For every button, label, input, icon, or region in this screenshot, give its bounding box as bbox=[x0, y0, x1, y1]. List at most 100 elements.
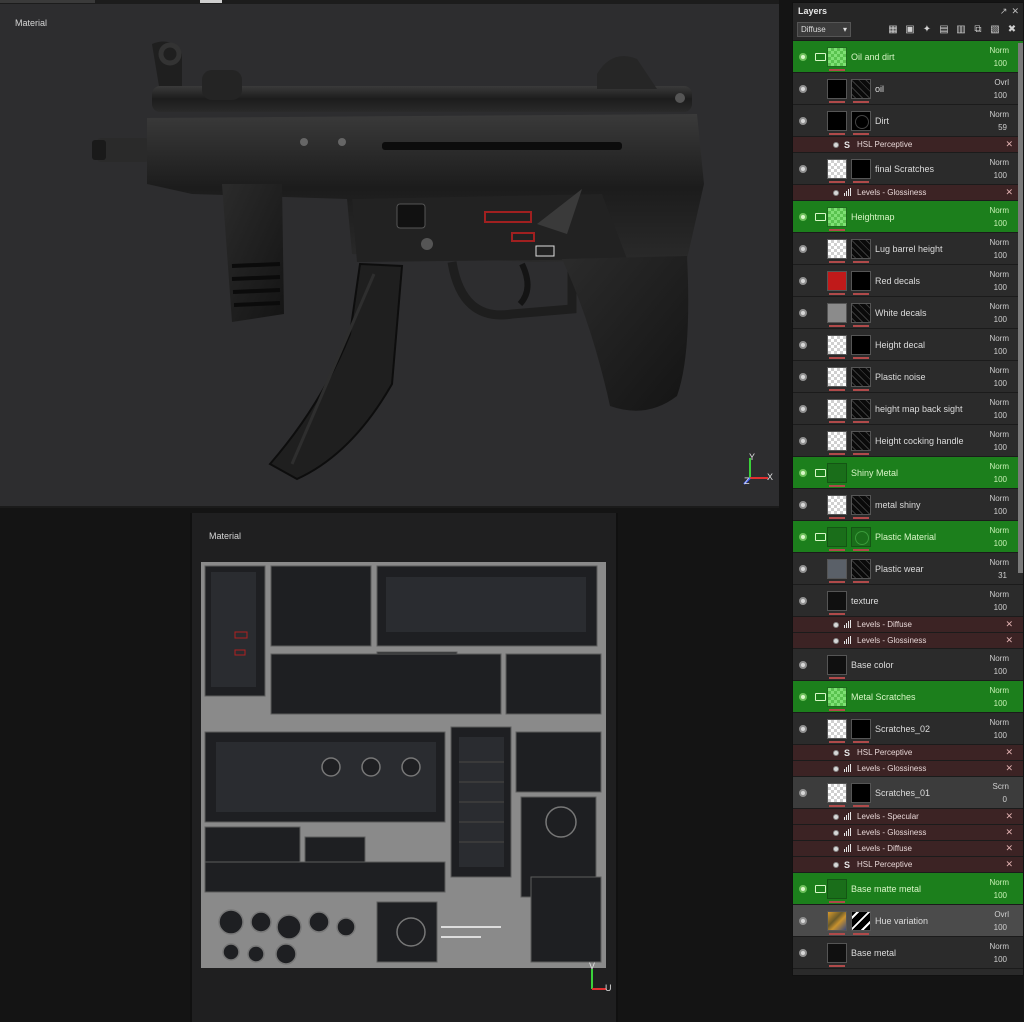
visibility-eye-icon[interactable] bbox=[799, 340, 807, 349]
opacity-value[interactable]: 100 bbox=[994, 379, 1007, 388]
folder-icon[interactable] bbox=[815, 468, 826, 477]
layer-folder-row[interactable]: Base matte metal Norm 100 bbox=[793, 873, 1023, 905]
layer-thumbnail[interactable] bbox=[827, 878, 847, 903]
layer-thumbnail[interactable] bbox=[827, 494, 847, 519]
folder-icon[interactable] bbox=[815, 212, 826, 221]
mask-thumbnail[interactable] bbox=[851, 366, 871, 391]
viewport-3d[interactable]: Material Y X Z bbox=[0, 0, 779, 508]
layer-name[interactable]: Red decals bbox=[875, 276, 920, 286]
opacity-value[interactable]: 100 bbox=[994, 603, 1007, 612]
layer-name[interactable]: White decals bbox=[875, 308, 927, 318]
mask-thumbnail[interactable] bbox=[851, 494, 871, 519]
mask-thumbnail[interactable] bbox=[851, 78, 871, 103]
visibility-eye-icon[interactable] bbox=[799, 532, 807, 541]
layer-row[interactable]: height map back sight Norm 100 bbox=[793, 393, 1023, 425]
layer-row[interactable]: Base color Norm 100 bbox=[793, 649, 1023, 681]
layer-name[interactable]: Dirt bbox=[875, 116, 889, 126]
layer-row[interactable]: Red decals Norm 100 bbox=[793, 265, 1023, 297]
layer-thumbnail[interactable] bbox=[827, 654, 847, 679]
mask-thumbnail[interactable] bbox=[851, 398, 871, 423]
layer-row[interactable]: Scratches_01 Scrn 0 bbox=[793, 777, 1023, 809]
opacity-value[interactable]: 100 bbox=[994, 219, 1007, 228]
layer-thumbnail[interactable] bbox=[827, 206, 847, 231]
layer-name[interactable]: Base color bbox=[851, 660, 894, 670]
blend-mode[interactable]: Norm bbox=[989, 206, 1009, 215]
blend-mode[interactable]: Norm bbox=[989, 590, 1009, 599]
visibility-eye-icon[interactable] bbox=[799, 308, 807, 317]
layer-name[interactable]: texture bbox=[851, 596, 879, 606]
folder-icon[interactable] bbox=[815, 692, 826, 701]
blend-mode[interactable]: Norm bbox=[989, 494, 1009, 503]
layer-thumbnail[interactable] bbox=[827, 526, 847, 551]
blend-mode[interactable]: Ovrl bbox=[994, 78, 1009, 87]
add-layer-icon[interactable]: ▦ bbox=[886, 23, 900, 37]
blend-mode[interactable]: Norm bbox=[989, 158, 1009, 167]
visibility-eye-icon[interactable] bbox=[799, 116, 807, 125]
layer-row[interactable]: final Scratches Norm 100 bbox=[793, 153, 1023, 185]
effect-row[interactable]: S HSL Perceptive ✕ bbox=[793, 857, 1023, 873]
layer-thumbnail[interactable] bbox=[827, 910, 847, 935]
visibility-eye-icon[interactable] bbox=[833, 749, 839, 756]
mask-thumbnail[interactable] bbox=[851, 526, 871, 551]
opacity-value[interactable]: 100 bbox=[994, 251, 1007, 260]
layer-row[interactable]: Scratches_02 Norm 100 bbox=[793, 713, 1023, 745]
layer-thumbnail[interactable] bbox=[827, 334, 847, 359]
layer-row[interactable]: Base metal Norm 100 bbox=[793, 937, 1023, 969]
blend-mode[interactable]: Norm bbox=[989, 686, 1009, 695]
layer-name[interactable]: Base matte metal bbox=[851, 884, 921, 894]
layer-name[interactable]: Plastic Material bbox=[875, 532, 936, 542]
effect-row[interactable]: Levels - Diffuse ✕ bbox=[793, 841, 1023, 857]
layer-name[interactable]: Shiny Metal bbox=[851, 468, 898, 478]
blend-mode[interactable]: Norm bbox=[989, 654, 1009, 663]
viewport-uv[interactable]: Material V U bbox=[190, 513, 618, 1022]
blend-mode[interactable]: Norm bbox=[989, 718, 1009, 727]
layer-name[interactable]: height map back sight bbox=[875, 404, 963, 414]
layer-thumbnail[interactable] bbox=[827, 110, 847, 135]
layer-folder-row[interactable]: Shiny Metal Norm 100 bbox=[793, 457, 1023, 489]
opacity-value[interactable]: 100 bbox=[994, 891, 1007, 900]
visibility-eye-icon[interactable] bbox=[799, 84, 807, 93]
layer-name[interactable]: Oil and dirt bbox=[851, 52, 895, 62]
add-folder-icon[interactable]: ▥ bbox=[954, 23, 968, 37]
mask-thumbnail[interactable] bbox=[851, 158, 871, 183]
layer-thumbnail[interactable] bbox=[827, 398, 847, 423]
layer-thumbnail[interactable] bbox=[827, 430, 847, 455]
viewport-tab[interactable] bbox=[0, 0, 95, 3]
layer-name[interactable]: Scratches_02 bbox=[875, 724, 930, 734]
layer-thumbnail[interactable] bbox=[827, 558, 847, 583]
visibility-eye-icon[interactable] bbox=[799, 404, 807, 413]
visibility-eye-icon[interactable] bbox=[799, 212, 807, 221]
mask-thumbnail[interactable] bbox=[851, 430, 871, 455]
layer-folder-row[interactable]: Plastic Material Norm 100 bbox=[793, 521, 1023, 553]
mask-thumbnail[interactable] bbox=[851, 110, 871, 135]
detach-icon[interactable]: ↗ bbox=[1000, 6, 1008, 17]
add-fill-icon[interactable]: ▤ bbox=[937, 23, 951, 37]
layer-thumbnail[interactable] bbox=[827, 462, 847, 487]
layer-name[interactable]: final Scratches bbox=[875, 164, 934, 174]
layer-thumbnail[interactable] bbox=[827, 46, 847, 71]
remove-effect-icon[interactable]: ✕ bbox=[1005, 859, 1013, 870]
blend-mode[interactable]: Norm bbox=[989, 366, 1009, 375]
folder-icon[interactable] bbox=[815, 52, 826, 61]
visibility-eye-icon[interactable] bbox=[799, 276, 807, 285]
visibility-eye-icon[interactable] bbox=[799, 244, 807, 253]
layer-row[interactable]: Lug barrel height Norm 100 bbox=[793, 233, 1023, 265]
layer-thumbnail[interactable] bbox=[827, 782, 847, 807]
close-icon[interactable]: ✕ bbox=[1011, 6, 1019, 17]
opacity-value[interactable]: 100 bbox=[994, 731, 1007, 740]
visibility-eye-icon[interactable] bbox=[799, 564, 807, 573]
opacity-value[interactable]: 31 bbox=[998, 571, 1007, 580]
layer-name[interactable]: oil bbox=[875, 84, 884, 94]
layer-thumbnail[interactable] bbox=[827, 686, 847, 711]
opacity-value[interactable]: 100 bbox=[994, 347, 1007, 356]
blend-mode[interactable]: Norm bbox=[989, 462, 1009, 471]
visibility-eye-icon[interactable] bbox=[833, 621, 839, 628]
layer-thumbnail[interactable] bbox=[827, 718, 847, 743]
opacity-value[interactable]: 100 bbox=[994, 955, 1007, 964]
layer-name[interactable]: Height cocking handle bbox=[875, 436, 964, 446]
mask-thumbnail[interactable] bbox=[851, 334, 871, 359]
opacity-value[interactable]: 100 bbox=[994, 171, 1007, 180]
layer-thumbnail[interactable] bbox=[827, 366, 847, 391]
layer-row[interactable]: Height decal Norm 100 bbox=[793, 329, 1023, 361]
duplicate-icon[interactable]: ⧉ bbox=[971, 23, 985, 37]
